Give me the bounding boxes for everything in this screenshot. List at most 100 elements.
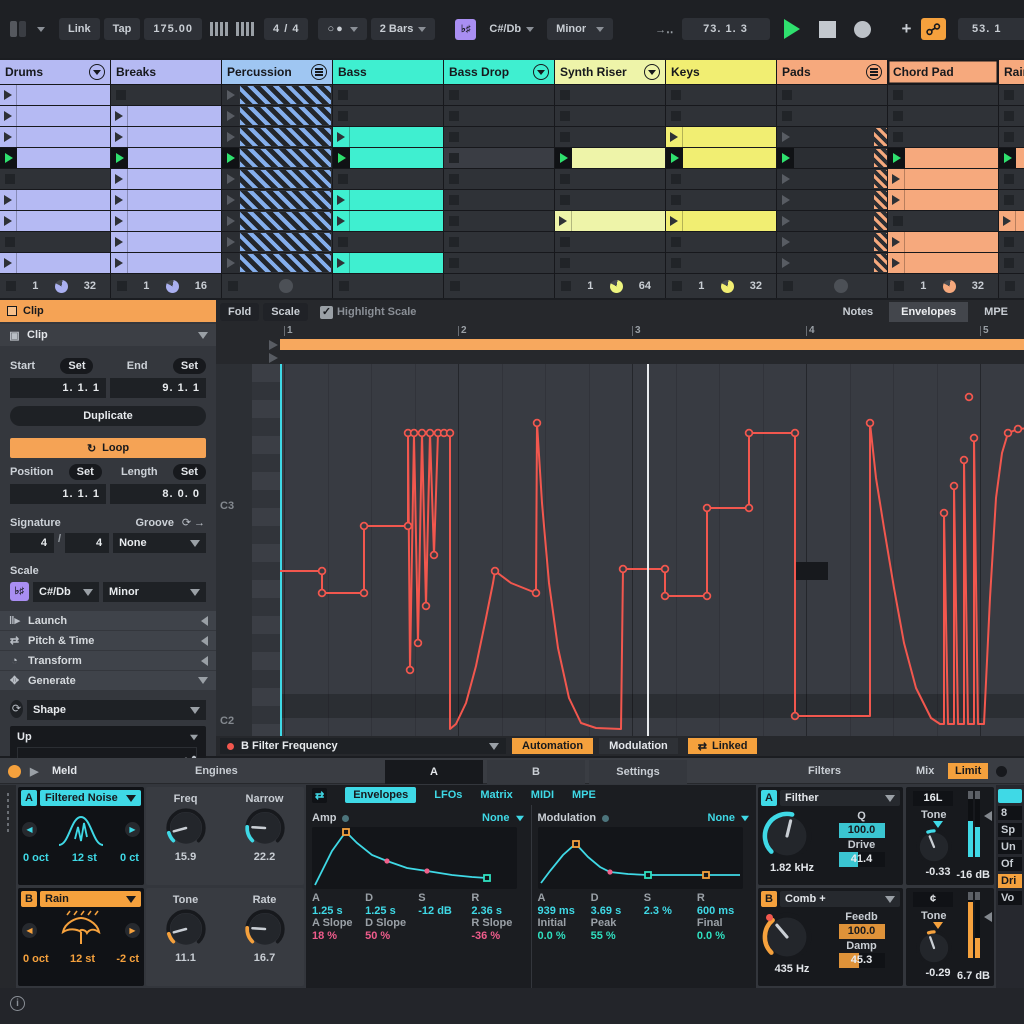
- env-param[interactable]: Initial0.0 %: [538, 917, 591, 942]
- clip-slot[interactable]: [111, 232, 221, 252]
- clip-slot[interactable]: [444, 253, 554, 273]
- clip-stop-button[interactable]: [339, 281, 349, 291]
- env-param[interactable]: D Slope50 %: [365, 917, 418, 942]
- clip-slot[interactable]: [0, 253, 110, 273]
- filter-freq-knob[interactable]: 1.82 kHz: [761, 810, 823, 874]
- clip-slot[interactable]: [444, 127, 554, 147]
- automation-arm-button[interactable]: [921, 18, 946, 40]
- clip-scale-mode-menu[interactable]: Minor: [103, 582, 206, 602]
- track-header[interactable]: Breaks: [111, 60, 221, 84]
- menu-circle[interactable]: [866, 64, 882, 80]
- clip-slot[interactable]: [888, 148, 998, 168]
- pan-field[interactable]: 16L: [913, 791, 953, 806]
- clip-slot[interactable]: [0, 148, 110, 168]
- engine-oct-field[interactable]: 0 oct: [23, 953, 49, 965]
- clip-slot[interactable]: [555, 106, 665, 126]
- clip-slot[interactable]: [777, 232, 887, 252]
- clip-slot[interactable]: [111, 85, 221, 105]
- clip-slot[interactable]: [666, 211, 776, 231]
- tempo-field[interactable]: 175.00: [144, 18, 202, 40]
- partial-clip-fragment[interactable]: [874, 254, 887, 272]
- clip-slot[interactable]: [999, 148, 1024, 168]
- env-param[interactable]: [418, 917, 471, 942]
- groove-refresh-icon[interactable]: ⟳: [180, 516, 193, 529]
- amp-envelope-graph[interactable]: [312, 827, 517, 889]
- clip-slot[interactable]: [999, 190, 1024, 210]
- level-meter[interactable]: [968, 892, 980, 958]
- clip-playing-icon[interactable]: [5, 153, 13, 163]
- regenerate-icon[interactable]: ⟳: [10, 700, 23, 718]
- clip-play-icon[interactable]: [115, 111, 123, 121]
- engine-ct-field[interactable]: -2 ct: [116, 953, 139, 965]
- clip-stop-button[interactable]: [561, 281, 571, 291]
- automation-toggle[interactable]: Automation: [512, 738, 593, 754]
- clip-play-icon[interactable]: [337, 195, 345, 205]
- mod-env-mode-menu[interactable]: None: [708, 812, 751, 824]
- env-param[interactable]: R2.36 s: [471, 892, 524, 917]
- output-level-field[interactable]: 6.7 dB: [957, 970, 990, 982]
- env-param[interactable]: S2.3 %: [644, 892, 697, 917]
- engine-ct-field[interactable]: 0 ct: [120, 852, 139, 864]
- clip-play-icon[interactable]: [337, 258, 345, 268]
- clip-play-icon[interactable]: [115, 132, 123, 142]
- clip-end-field[interactable]: 9. 1. 1: [110, 378, 206, 398]
- prev-engine-button[interactable]: ◀: [22, 923, 37, 938]
- clip-slot[interactable]: [777, 190, 887, 210]
- engine-knob[interactable]: Freq15.9: [165, 793, 207, 885]
- clip-play-icon[interactable]: [4, 195, 12, 205]
- filter-type-menu[interactable]: Filther: [780, 790, 900, 806]
- record-button[interactable]: [854, 21, 871, 38]
- section-launch[interactable]: ‖▸ Launch: [0, 611, 216, 630]
- partial-clip-fragment[interactable]: [874, 170, 887, 188]
- clip-play-icon[interactable]: [115, 216, 123, 226]
- scale-badge-icon[interactable]: ♭♯: [10, 582, 29, 601]
- next-engine-button[interactable]: ▶: [125, 923, 140, 938]
- prev-engine-button[interactable]: ◀: [22, 822, 37, 837]
- clip-play-icon[interactable]: [115, 258, 123, 268]
- info-icon[interactable]: i: [10, 996, 25, 1011]
- subtab-midi[interactable]: MIDI: [531, 789, 554, 801]
- clip-play-icon[interactable]: [892, 258, 900, 268]
- engine-oct-field[interactable]: 0 oct: [23, 852, 49, 864]
- track-header[interactable]: Bass: [333, 60, 443, 84]
- nudge-up-icon[interactable]: [236, 22, 254, 36]
- clip-playing-icon[interactable]: [116, 153, 124, 163]
- start-marker-icon[interactable]: [269, 340, 278, 350]
- engine-knob[interactable]: Narrow22.2: [244, 793, 286, 885]
- clip-slot[interactable]: [999, 106, 1024, 126]
- clip-slot[interactable]: [111, 127, 221, 147]
- set-end-button[interactable]: Set: [173, 358, 206, 374]
- amp-env-mode-menu[interactable]: None: [482, 812, 525, 824]
- start-marker-icon[interactable]: [269, 353, 278, 363]
- clip-slot[interactable]: [111, 169, 221, 189]
- clip-play-icon[interactable]: [1003, 216, 1011, 226]
- env-param[interactable]: A1.25 s: [312, 892, 365, 917]
- clip-slot[interactable]: [444, 148, 554, 168]
- clip-slot[interactable]: [777, 169, 887, 189]
- clip-slot[interactable]: [444, 211, 554, 231]
- clip-slot[interactable]: [777, 106, 887, 126]
- section-generate[interactable]: ✥ Generate: [0, 671, 216, 690]
- clip-slot[interactable]: [555, 169, 665, 189]
- env-param[interactable]: R Slope-36 %: [471, 917, 524, 942]
- clip-slot[interactable]: [888, 85, 998, 105]
- track-status-cell[interactable]: 132: [666, 274, 776, 298]
- clip-slot[interactable]: [0, 85, 110, 105]
- section-transform[interactable]: ◔ Transform: [0, 651, 216, 670]
- tap-tempo-button[interactable]: Tap: [104, 18, 141, 40]
- clip-slot[interactable]: [666, 190, 776, 210]
- clip-slot[interactable]: [555, 253, 665, 273]
- clip-slot[interactable]: [111, 148, 221, 168]
- clip-stop-button[interactable]: [783, 281, 793, 291]
- subtab-mpe[interactable]: MPE: [572, 789, 596, 801]
- clip-slot[interactable]: [333, 232, 443, 252]
- track-status-cell[interactable]: [222, 274, 332, 298]
- linked-toggle[interactable]: ⇄Linked: [688, 738, 758, 754]
- tab-mpe[interactable]: MPE: [972, 302, 1020, 322]
- engine-knob[interactable]: Rate16.7: [244, 894, 286, 986]
- clip-slot[interactable]: [777, 127, 887, 147]
- set-length-button[interactable]: Set: [173, 464, 206, 480]
- clip-slot[interactable]: [999, 85, 1024, 105]
- partial-clip-fragment[interactable]: [874, 212, 887, 230]
- clip-start-field[interactable]: 1. 1. 1: [10, 378, 106, 398]
